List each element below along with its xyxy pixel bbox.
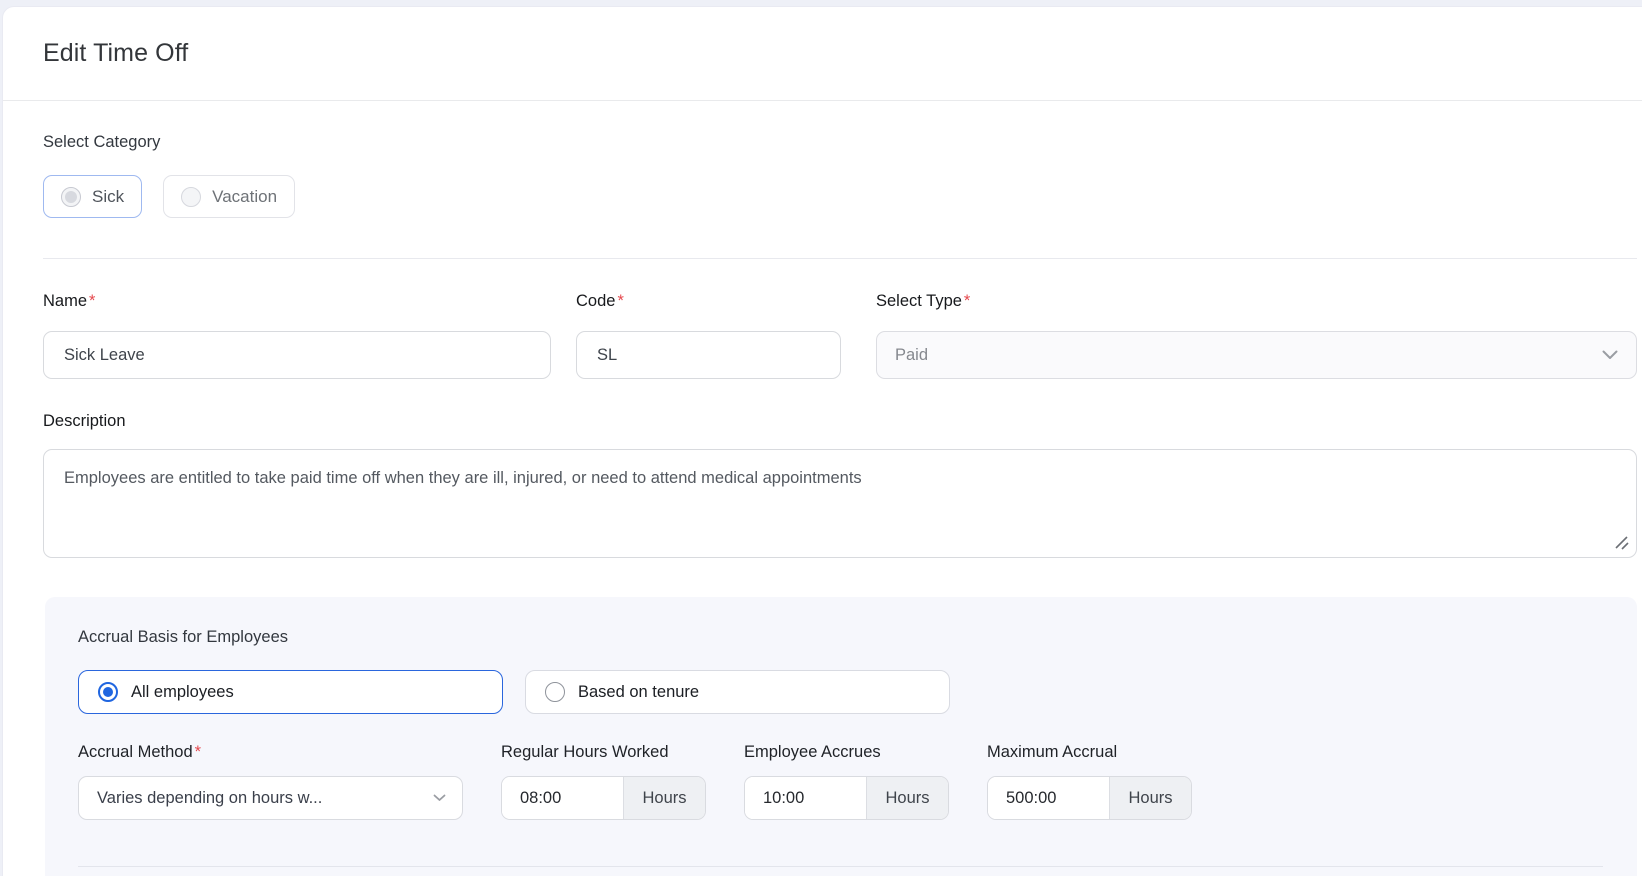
accrual-method-group: Accrual Method* Varies depending on hour… bbox=[78, 742, 463, 820]
page-title: Edit Time Off bbox=[43, 37, 1641, 70]
name-input[interactable] bbox=[43, 331, 551, 379]
name-field-group: Name* bbox=[43, 291, 551, 379]
radio-unchecked-icon bbox=[181, 187, 201, 207]
accrual-basis-options: All employees Based on tenure bbox=[78, 670, 1603, 714]
type-field-group: Select Type* Paid bbox=[876, 291, 1637, 379]
basis-option-based-on-tenure[interactable]: Based on tenure bbox=[525, 670, 950, 714]
maximum-accrual-label: Maximum Accrual bbox=[987, 742, 1192, 762]
page-header: Edit Time Off bbox=[3, 7, 1642, 101]
accrual-method-label: Accrual Method* bbox=[78, 742, 463, 762]
section-divider bbox=[43, 258, 1637, 259]
radio-checked-icon bbox=[61, 187, 81, 207]
code-input[interactable] bbox=[576, 331, 841, 379]
name-label: Name* bbox=[43, 291, 551, 311]
required-asterisk: * bbox=[964, 292, 970, 310]
select-type-label: Select Type* bbox=[876, 291, 1637, 311]
radio-checked-icon bbox=[98, 682, 118, 702]
basis-option-all-employees[interactable]: All employees bbox=[78, 670, 503, 714]
accrual-method-value: Varies depending on hours w... bbox=[97, 789, 322, 808]
select-type-label-text: Select Type bbox=[876, 292, 962, 310]
chevron-down-icon bbox=[1602, 350, 1618, 360]
required-asterisk: * bbox=[89, 292, 95, 310]
description-label: Description bbox=[43, 411, 1637, 431]
category-option-sick[interactable]: Sick bbox=[43, 175, 142, 218]
required-asterisk: * bbox=[617, 292, 623, 310]
employee-accrues-input-group: Hours bbox=[744, 776, 949, 820]
description-section: Description Employees are entitled to ta… bbox=[43, 411, 1637, 558]
category-option-label: Vacation bbox=[212, 187, 277, 207]
select-category-label: Select Category bbox=[43, 132, 1637, 153]
basis-option-label: All employees bbox=[131, 683, 234, 702]
panel-divider bbox=[78, 866, 1603, 867]
form-content: Select Category Sick Vacation Name* Code… bbox=[3, 132, 1642, 876]
name-code-type-row: Name* Code* Select Type* Paid bbox=[43, 291, 1637, 379]
edit-time-off-card: Edit Time Off Select Category Sick Vacat… bbox=[2, 6, 1642, 876]
category-option-label: Sick bbox=[92, 187, 124, 207]
accrual-settings-row: Accrual Method* Varies depending on hour… bbox=[78, 742, 1603, 820]
basis-option-label: Based on tenure bbox=[578, 683, 699, 702]
accrual-basis-heading: Accrual Basis for Employees bbox=[78, 627, 1603, 648]
radio-unchecked-icon bbox=[545, 682, 565, 702]
maximum-accrual-input[interactable] bbox=[988, 777, 1109, 819]
type-select-value: Paid bbox=[895, 346, 928, 365]
code-label-text: Code bbox=[576, 292, 615, 310]
description-textarea[interactable]: Employees are entitled to take paid time… bbox=[43, 449, 1637, 558]
code-label: Code* bbox=[576, 291, 841, 311]
employee-accrues-label: Employee Accrues bbox=[744, 742, 949, 762]
regular-hours-input[interactable] bbox=[502, 777, 623, 819]
type-select[interactable]: Paid bbox=[876, 331, 1637, 379]
accrual-panel: Accrual Basis for Employees All employee… bbox=[45, 597, 1637, 876]
category-options: Sick Vacation bbox=[43, 175, 1637, 218]
employee-accrues-unit: Hours bbox=[866, 777, 948, 819]
maximum-accrual-unit: Hours bbox=[1109, 777, 1191, 819]
regular-hours-group: Regular Hours Worked Hours bbox=[501, 742, 706, 820]
name-label-text: Name bbox=[43, 292, 87, 310]
accrual-method-select[interactable]: Varies depending on hours w... bbox=[78, 776, 463, 820]
employee-accrues-group: Employee Accrues Hours bbox=[744, 742, 949, 820]
regular-hours-label: Regular Hours Worked bbox=[501, 742, 706, 762]
chevron-down-icon bbox=[433, 794, 446, 802]
category-section: Select Category Sick Vacation bbox=[43, 132, 1637, 218]
maximum-accrual-group: Maximum Accrual Hours bbox=[987, 742, 1192, 820]
category-option-vacation[interactable]: Vacation bbox=[163, 175, 295, 218]
description-textarea-wrap: Employees are entitled to take paid time… bbox=[43, 449, 1637, 558]
code-field-group: Code* bbox=[576, 291, 841, 379]
resize-handle-icon[interactable] bbox=[1612, 533, 1630, 551]
employee-accrues-input[interactable] bbox=[745, 777, 866, 819]
regular-hours-input-group: Hours bbox=[501, 776, 706, 820]
accrual-method-label-text: Accrual Method bbox=[78, 743, 193, 761]
maximum-accrual-input-group: Hours bbox=[987, 776, 1192, 820]
required-asterisk: * bbox=[195, 743, 201, 761]
regular-hours-unit: Hours bbox=[623, 777, 705, 819]
